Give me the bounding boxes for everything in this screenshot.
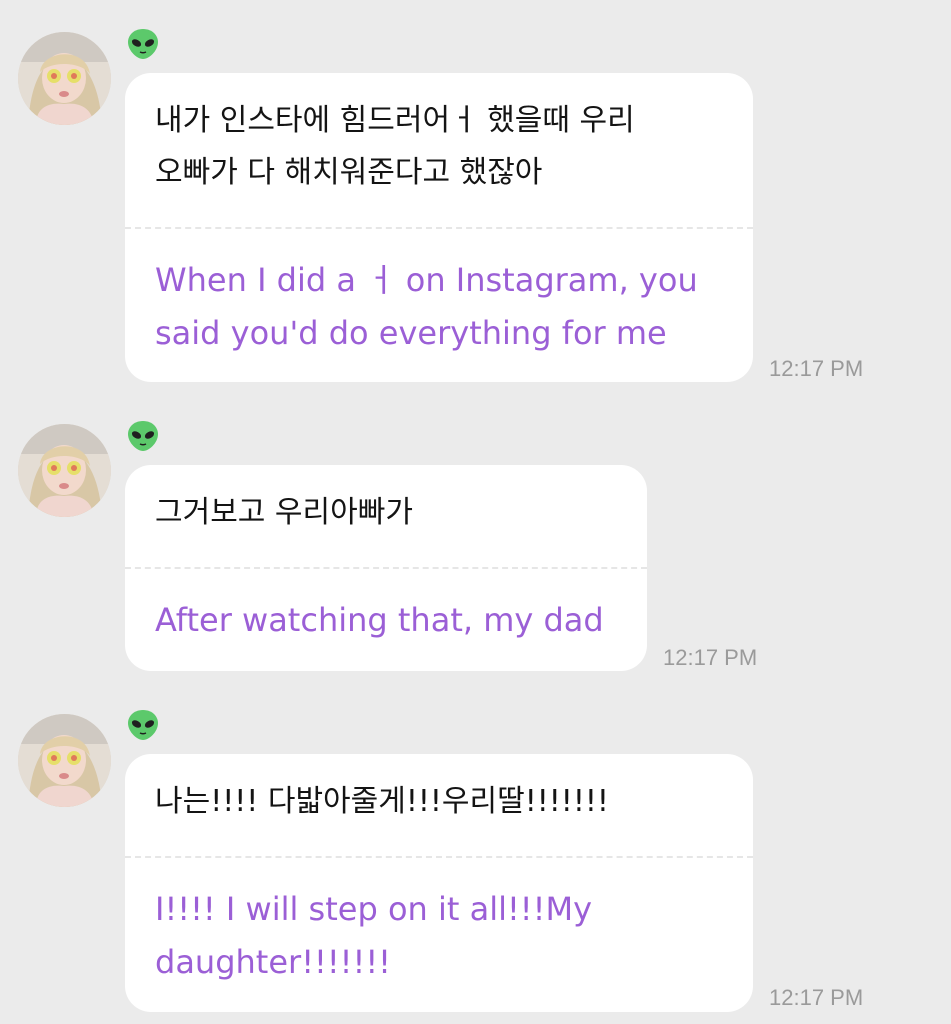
- original-text: 나는!!!! 다밟아줄게!!!우리딸!!!!!!!: [155, 784, 609, 819]
- translated-text: When I did a ㅓ on Instagram, you said yo…: [155, 261, 698, 352]
- timestamp: 12:17 PM: [663, 645, 758, 670]
- message-bubble[interactable]: 나는!!!! 다밟아줄게!!!우리딸!!!!!!! I!!!! I will s…: [125, 754, 753, 1012]
- alien-emoji-icon: [126, 27, 160, 61]
- message-bubble[interactable]: 그거보고 우리아빠가 After watching that, my dad: [125, 465, 647, 671]
- original-text: 그거보고 우리아빠가: [155, 495, 413, 530]
- avatar[interactable]: [18, 32, 111, 125]
- timestamp: 12:17 PM: [769, 985, 864, 1010]
- message-bubble[interactable]: 내가 인스타에 힘드러어ㅓ 했을때 우리 오빠가 다 해치워준다고 했잖아 Wh…: [125, 73, 753, 382]
- translated-text: I!!!! I will step on it all!!!My daughte…: [155, 890, 592, 981]
- translated-text: After watching that, my dad: [155, 601, 604, 639]
- avatar[interactable]: [18, 424, 111, 517]
- original-text: 내가 인스타에 힘드러어ㅓ 했을때 우리 오빠가 다 해치워준다고 했잖아: [155, 103, 635, 190]
- alien-emoji-icon: [126, 708, 160, 742]
- avatar[interactable]: [18, 714, 111, 807]
- timestamp: 12:17 PM: [769, 356, 864, 381]
- alien-emoji-icon: [126, 419, 160, 453]
